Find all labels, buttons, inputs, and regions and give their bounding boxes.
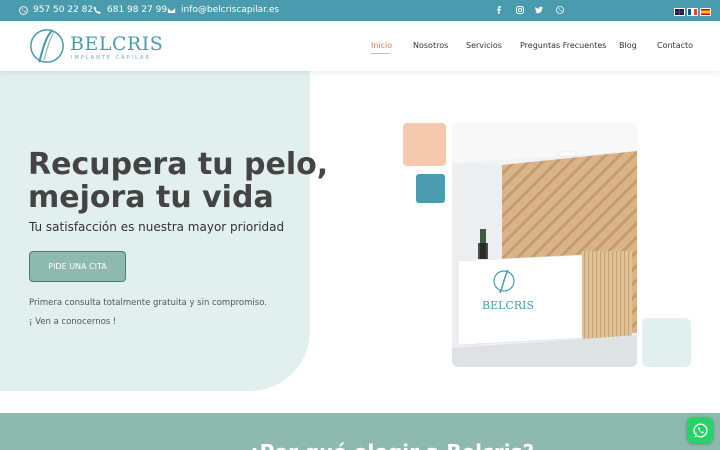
nav-item-preguntas-frecuentes[interactable]: Preguntas Frecuentes xyxy=(520,41,606,50)
phone-icon xyxy=(93,6,101,14)
facebook-link[interactable] xyxy=(493,4,505,16)
nav-item-servicios[interactable]: Servicios xyxy=(466,41,502,50)
book-appointment-button[interactable]: PIDE UNA CITA xyxy=(29,251,126,282)
site-header: BELCRIS IMPLANTE CAPILAR Inicio Nosotros… xyxy=(0,21,720,71)
nav-item-blog[interactable]: Blog xyxy=(619,41,637,50)
phone2-link[interactable]: 681 98 27 99 xyxy=(93,5,167,15)
instagram-link[interactable] xyxy=(514,4,526,16)
french-flag-icon[interactable] xyxy=(687,8,698,16)
english-flag-icon[interactable] xyxy=(674,8,685,16)
decorative-mint-square xyxy=(642,318,691,367)
phone1-link[interactable]: 957 50 22 82 xyxy=(19,5,93,15)
top-contact-bar: 957 50 22 82 681 98 27 99 info@belcrisca… xyxy=(0,0,720,21)
active-nav-underline xyxy=(371,53,390,54)
section-title: ¿Por qué elegir a Belcris? xyxy=(248,440,534,450)
brand-tagline: IMPLANTE CAPILAR xyxy=(71,55,151,61)
brand-name[interactable]: BELCRIS xyxy=(70,33,163,55)
instagram-icon xyxy=(516,6,524,14)
phone1-text: 957 50 22 82 xyxy=(33,5,94,15)
free-consultation-note: Primera consulta totalmente gratuita y s… xyxy=(29,298,267,308)
visit-us-note: ¡ Ven a conocernos ! xyxy=(29,317,117,327)
envelope-icon xyxy=(167,6,176,14)
decorative-teal-square xyxy=(416,174,445,203)
whatsapp-link[interactable] xyxy=(554,4,566,16)
nav-item-contacto[interactable]: Contacto xyxy=(657,41,693,50)
belcris-logo-icon[interactable] xyxy=(28,27,66,65)
nav-item-inicio[interactable]: Inicio xyxy=(371,41,392,50)
twitter-icon xyxy=(535,6,543,14)
whatsapp-icon xyxy=(692,422,708,438)
email-text: info@belcriscapilar.es xyxy=(181,5,280,15)
hero-headline-line2: mejora tu vida xyxy=(28,180,274,215)
twitter-link[interactable] xyxy=(533,4,545,16)
hero-headline: Recupera tu pelo, mejora tu vida xyxy=(28,148,328,214)
phone2-text: 681 98 27 99 xyxy=(107,5,168,15)
why-choose-section: ¿Por qué elegir a Belcris? xyxy=(0,413,720,450)
hero-headline-line1: Recupera tu pelo, xyxy=(28,147,329,182)
whatsapp-float-button[interactable] xyxy=(687,417,713,443)
whatsapp-icon xyxy=(556,6,564,14)
email-link[interactable]: info@belcriscapilar.es xyxy=(167,5,279,15)
decorative-peach-square xyxy=(403,123,446,166)
whatsapp-icon xyxy=(19,5,28,15)
facebook-icon xyxy=(497,6,501,14)
clinic-reception-photo: BELCRIS xyxy=(452,123,637,367)
nav-item-nosotros[interactable]: Nosotros xyxy=(413,41,448,50)
reception-illustration: BELCRIS xyxy=(452,123,637,367)
spanish-flag-icon[interactable] xyxy=(700,8,711,16)
photo-brand-sign: BELCRIS xyxy=(482,299,534,312)
hero-subheadline: Tu satisfacción es nuestra mayor priorid… xyxy=(29,220,285,234)
